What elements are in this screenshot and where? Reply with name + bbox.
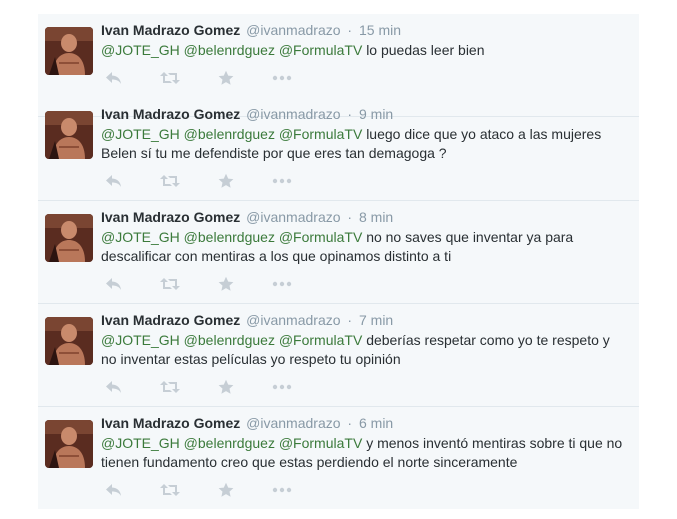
mention-link[interactable]: @belenrdguez [184,229,275,245]
mention-link[interactable]: @belenrdguez [184,332,275,348]
tweet-text: @JOTE_GH @belenrdguez @FormulaTV debería… [101,331,626,369]
tweet-timestamp[interactable]: 6 min [359,415,393,431]
reply-icon[interactable] [102,480,126,500]
more-icon[interactable] [270,171,294,191]
mention-link[interactable]: @FormulaTV [279,229,362,245]
tweet-timestamp[interactable]: 9 min [359,106,393,122]
mention-link[interactable]: @JOTE_GH [101,42,180,58]
header-separator: · [347,106,353,122]
more-icon[interactable] [270,480,294,500]
avatar[interactable] [45,214,93,262]
retweet-icon[interactable] [158,68,182,88]
mention-link[interactable]: @FormulaTV [279,126,362,142]
tweet-author-name[interactable]: Ivan Madrazo Gomez [101,209,240,225]
favorite-icon[interactable] [214,171,238,191]
mention-link[interactable]: @belenrdguez [184,42,275,58]
avatar[interactable] [45,27,93,75]
retweet-icon[interactable] [158,171,182,191]
tweet-timestamp[interactable]: 7 min [359,312,393,328]
tweet-author-handle[interactable]: @ivanmadrazo [246,312,340,328]
mention-link[interactable]: @JOTE_GH [101,229,180,245]
mention-link[interactable]: @JOTE_GH [101,435,180,451]
tweet-text: @JOTE_GH @belenrdguez @FormulaTV y menos… [101,434,626,472]
header-separator: · [347,209,353,225]
avatar[interactable] [45,111,93,159]
header-separator: · [347,22,353,38]
tweet-body: y menos inventó mentiras sobre ti que no… [101,435,623,470]
tweet-author-handle[interactable]: @ivanmadrazo [246,209,340,225]
tweet-author-name[interactable]: Ivan Madrazo Gomez [101,415,240,431]
retweet-icon[interactable] [158,377,182,397]
avatar[interactable] [45,420,93,468]
favorite-icon[interactable] [214,68,238,88]
tweet-text: @JOTE_GH @belenrdguez @FormulaTV lo pued… [101,41,626,60]
favorite-icon[interactable] [214,377,238,397]
mention-link[interactable]: @FormulaTV [279,42,362,58]
mention-link[interactable]: @belenrdguez [184,126,275,142]
tweet-author-name[interactable]: Ivan Madrazo Gomez [101,312,240,328]
mention-link[interactable]: @FormulaTV [279,435,362,451]
tweet-author-name[interactable]: Ivan Madrazo Gomez [101,22,240,38]
tweet-author-handle[interactable]: @ivanmadrazo [246,106,340,122]
header-separator: · [347,312,353,328]
more-icon[interactable] [270,68,294,88]
reply-icon[interactable] [102,377,126,397]
tweet[interactable]: Ivan Madrazo Gomez @ivanmadrazo · 8 min … [38,201,639,304]
retweet-icon[interactable] [158,480,182,500]
favorite-icon[interactable] [214,480,238,500]
tweet-timestamp[interactable]: 8 min [359,209,393,225]
tweet-author-name[interactable]: Ivan Madrazo Gomez [101,106,240,122]
tweet[interactable]: Ivan Madrazo Gomez @ivanmadrazo · 6 min … [38,407,639,510]
mention-link[interactable]: @FormulaTV [279,332,362,348]
tweet[interactable]: Ivan Madrazo Gomez @ivanmadrazo · 9 min … [38,98,639,201]
mention-link[interactable]: @JOTE_GH [101,126,180,142]
avatar[interactable] [45,317,93,365]
favorite-icon[interactable] [214,274,238,294]
tweet-text: @JOTE_GH @belenrdguez @FormulaTV no no s… [101,228,626,266]
reply-icon[interactable] [102,171,126,191]
tweet-body: lo puedas leer bien [366,42,485,58]
timeline: Ivan Madrazo Gomez @ivanmadrazo · 15 min… [38,14,639,509]
more-icon[interactable] [270,274,294,294]
tweet-text: @JOTE_GH @belenrdguez @FormulaTV luego d… [101,125,626,163]
reply-icon[interactable] [102,274,126,294]
mention-link[interactable]: @belenrdguez [184,435,275,451]
header-separator: · [347,415,353,431]
mention-link[interactable]: @JOTE_GH [101,332,180,348]
reply-icon[interactable] [102,68,126,88]
tweet-author-handle[interactable]: @ivanmadrazo [246,22,340,38]
retweet-icon[interactable] [158,274,182,294]
more-icon[interactable] [270,377,294,397]
tweet[interactable]: Ivan Madrazo Gomez @ivanmadrazo · 7 min … [38,304,639,407]
tweet-timestamp[interactable]: 15 min [359,22,401,38]
tweet-author-handle[interactable]: @ivanmadrazo [246,415,340,431]
